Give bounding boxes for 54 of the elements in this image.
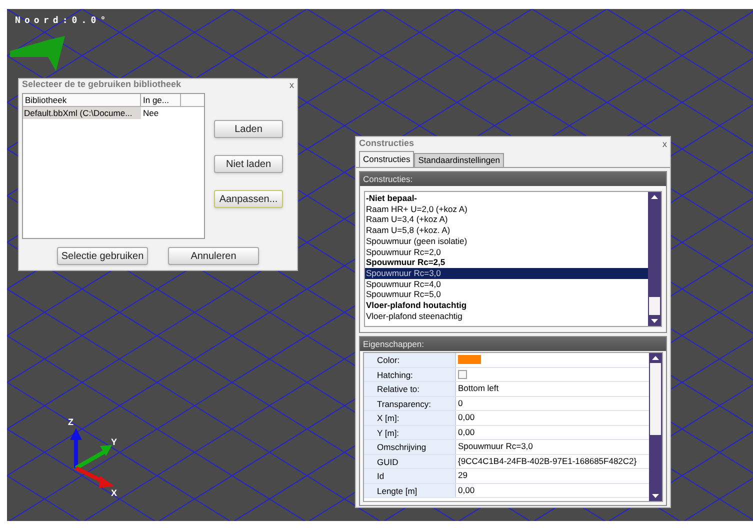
list-item[interactable]: Spouwmuur Rc=2,5 xyxy=(365,257,648,268)
scrollbar-thumb[interactable] xyxy=(649,297,660,315)
property-name: Lengte [m] xyxy=(364,484,456,497)
property-name: Omschrijving xyxy=(364,440,456,454)
property-value: 29 xyxy=(458,469,468,482)
list-item[interactable]: Raam HR+ U=2,0 (+koz A) xyxy=(365,204,648,214)
list-item[interactable]: Spouwmuur Rc=2,0 xyxy=(365,246,648,258)
section-header: Eigenschappen: xyxy=(360,337,666,351)
list-item[interactable]: Vloer-plafond steenachtig xyxy=(365,310,648,322)
property-name: Relative to: xyxy=(364,382,456,396)
property-value: {9CC4C1B4-24FB-402B-97E1-168685F482C2} xyxy=(458,454,637,468)
property-value: 0,00 xyxy=(458,484,475,497)
close-button[interactable]: x xyxy=(662,140,667,148)
tab[interactable]: Constructies xyxy=(359,151,414,167)
property-value: 0 xyxy=(458,396,463,410)
property-name: Y [m]: xyxy=(364,426,456,439)
property-name: Id xyxy=(364,469,456,482)
section-header: Constructies: xyxy=(360,172,666,186)
list-item[interactable]: Raam U=3,4 (+koz A) xyxy=(365,214,648,226)
side-button[interactable]: Aanpassen... xyxy=(214,190,283,208)
property-value: Bottom left xyxy=(458,382,499,396)
list-item[interactable]: Spouwmuur (geen isolatie) xyxy=(365,236,648,247)
property-name: Transparency: xyxy=(364,396,456,410)
property-value: Spouwmuur Rc=3,0 xyxy=(458,440,533,454)
property-name: Color: xyxy=(364,353,456,366)
property-value: 0,00 xyxy=(458,426,475,439)
scrollbar[interactable] xyxy=(649,353,662,501)
checkbox[interactable] xyxy=(458,370,467,379)
list-item[interactable]: Vloer-plafond houtachtig xyxy=(365,300,648,311)
dialog-button[interactable]: Annuleren xyxy=(168,247,259,265)
list-item[interactable]: Spouwmuur Rc=5,0 xyxy=(365,289,648,300)
property-name: Hatching: xyxy=(364,368,456,381)
column-header[interactable]: In ge... xyxy=(141,94,181,106)
scrollbar[interactable] xyxy=(648,192,661,326)
close-button[interactable]: x xyxy=(290,80,294,90)
arrow-icon xyxy=(10,33,66,73)
list-item[interactable]: Spouwmuur Rc=4,0 xyxy=(365,278,648,290)
dialog-button[interactable]: Selectie gebruiken xyxy=(57,247,148,265)
column-header[interactable]: Bibliotheek xyxy=(23,94,141,106)
property-name: X [m]: xyxy=(364,411,456,424)
list-item[interactable]: Spouwmuur Rc=3,0 xyxy=(365,268,648,279)
panel-title: Constructies xyxy=(359,137,414,150)
property-value: 0,00 xyxy=(458,411,475,424)
property-name: GUID xyxy=(364,454,456,468)
tab[interactable]: Standaardinstellingen xyxy=(414,153,504,167)
axis-label: X xyxy=(111,487,118,500)
side-button[interactable]: Niet laden xyxy=(214,155,283,173)
list-item[interactable]: Raam U=5,8 (+koz. A) xyxy=(365,225,648,236)
color-swatch[interactable] xyxy=(458,355,481,364)
dialog-title: Selecteer de te gebruiken bibliotheek xyxy=(22,78,182,92)
side-button[interactable]: Laden xyxy=(214,120,283,138)
scrollbar-thumb[interactable] xyxy=(650,363,661,435)
axis-label: Y xyxy=(111,436,118,449)
list-item[interactable]: -Niet bepaal- xyxy=(365,193,648,204)
